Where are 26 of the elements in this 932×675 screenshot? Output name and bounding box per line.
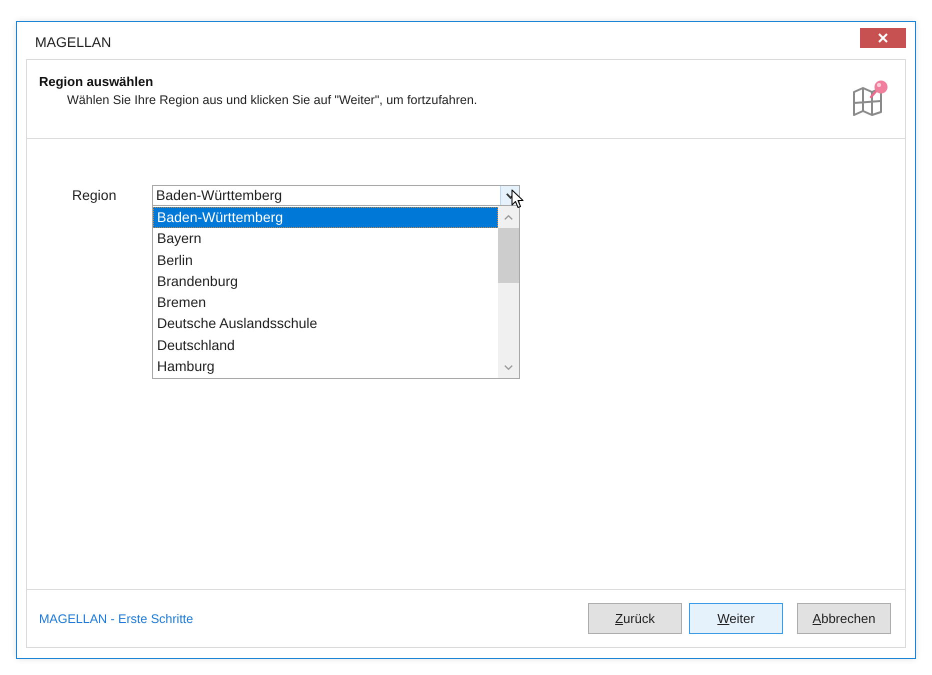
page-instruction: Wählen Sie Ihre Region aus und klicken Sie auf "Weiter", um fortzufahren. (66, 93, 478, 107)
field-label: Region (72, 186, 118, 205)
scroll-up-icon[interactable] (504, 214, 513, 220)
dropdown-option[interactable]: Bayern (153, 228, 498, 250)
dropdown-option[interactable]: Deutsche Auslandsschule (153, 313, 498, 335)
close-icon (878, 32, 888, 42)
dialog-button[interactable]: Zurück (588, 603, 682, 634)
dropdown-option[interactable]: Berlin (153, 250, 498, 271)
dropdown-option[interactable]: Bremen (153, 292, 498, 314)
dropdown-value: Baden-Württemberg (155, 186, 282, 205)
page-title: Region auswählen (39, 74, 154, 89)
scroll-down-icon[interactable] (504, 364, 513, 370)
scrollbar[interactable] (498, 206, 519, 378)
dropdown-option[interactable]: Hamburg (153, 356, 498, 378)
map-pin-icon (852, 80, 890, 116)
help-link[interactable]: MAGELLAN - Erste Schritte (39, 612, 194, 626)
dropdown-option[interactable]: Brandenburg (153, 270, 498, 292)
dialog-button[interactable]: Weiter (689, 603, 783, 634)
dialog-button[interactable]: Abbrechen (797, 603, 891, 634)
dropdown-option[interactable]: Deutschland (153, 334, 498, 356)
close-button[interactable] (860, 28, 906, 48)
window-title: MAGELLAN (35, 34, 112, 50)
dropdown-option[interactable]: Baden-Württemberg (153, 207, 498, 228)
scrollbar-thumb[interactable] (498, 228, 519, 283)
chevron-down-icon (506, 192, 514, 198)
region-dropdown[interactable]: Baden-Württemberg (152, 185, 520, 206)
